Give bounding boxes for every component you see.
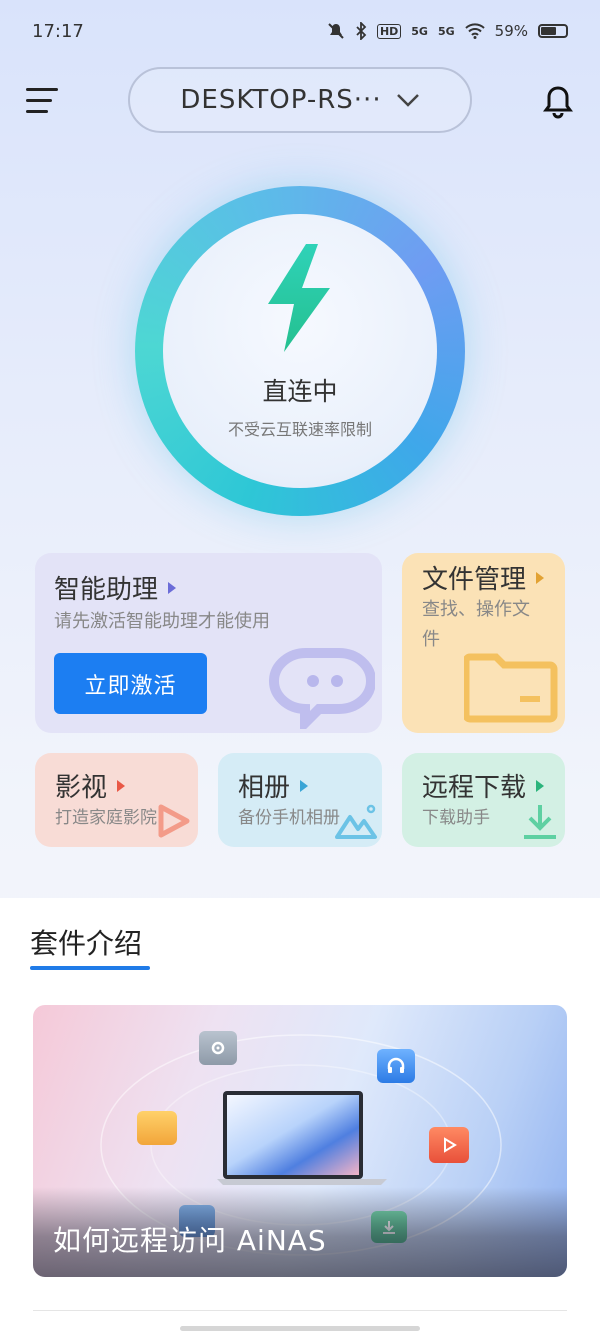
assistant-title: 智能助理	[54, 569, 177, 606]
video-desc: 打造家庭影院	[55, 808, 157, 828]
signal-5g-icon: 5G	[411, 24, 428, 38]
banner-caption: 如何远程访问 AiNAS	[53, 1224, 327, 1257]
mute-icon	[328, 23, 344, 39]
mountain-photo-icon	[335, 804, 377, 839]
video-title: 影视	[55, 767, 126, 804]
remote-download-title: 远程下载	[422, 767, 545, 804]
remote-download-desc: 下载助手	[422, 808, 490, 828]
file-manager-title: 文件管理	[422, 559, 545, 596]
arrow-right-icon	[536, 571, 545, 584]
arrow-right-icon	[300, 779, 309, 792]
battery-icon	[538, 24, 568, 38]
video-card[interactable]: 影视 打造家庭影院	[35, 753, 198, 847]
bluetooth-icon	[356, 22, 367, 40]
folder-icon	[464, 653, 558, 723]
remote-download-title-text: 远程下载	[422, 773, 527, 803]
suite-title-underline	[30, 966, 150, 970]
photo-album-card[interactable]: 相册 备份手机相册	[218, 753, 382, 847]
device-name: DESKTOP-RS···	[180, 85, 382, 115]
file-manager-card[interactable]: 文件管理 查找、操作文 件	[402, 553, 565, 733]
play-icon	[158, 804, 190, 838]
settings-icon	[199, 1031, 237, 1065]
status-time: 17:17	[32, 20, 84, 42]
play-icon	[429, 1127, 469, 1163]
remote-download-card[interactable]: 远程下载 下载助手	[402, 753, 565, 847]
arrow-right-icon	[536, 779, 545, 792]
download-icon	[524, 805, 556, 839]
notification-button[interactable]	[540, 84, 576, 120]
file-manager-title-text: 文件管理	[422, 565, 527, 595]
suite-banner[interactable]: 如何远程访问 AiNAS	[33, 1005, 567, 1277]
support-headset-icon	[377, 1049, 415, 1083]
status-icons: HD 5G 5G 59%	[327, 22, 568, 40]
file-manager-desc-line: 查找、操作文	[422, 599, 530, 620]
assistant-desc: 请先激活智能助理才能使用	[54, 611, 270, 632]
suite-section: 套件介绍 如何远程访问 AiNAS	[0, 898, 600, 1333]
status-bar: 17:17 HD 5G 5G 59%	[0, 0, 600, 62]
menu-icon-line	[26, 88, 58, 91]
chevron-down-icon	[396, 94, 419, 107]
arrow-right-icon	[117, 779, 126, 792]
arrow-right-icon	[168, 581, 177, 594]
photo-album-desc: 备份手机相册	[238, 808, 340, 828]
home-indicator[interactable]	[180, 1326, 420, 1331]
menu-button[interactable]	[26, 86, 58, 116]
signal-5g-icon: 5G	[437, 24, 455, 38]
laptop-illustration	[217, 1091, 387, 1185]
menu-icon-line	[26, 99, 52, 102]
file-manager-desc: 查找、操作文 件	[422, 595, 530, 655]
hd-icon: HD	[376, 23, 402, 39]
photo-album-title: 相册	[238, 767, 309, 804]
video-title-text: 影视	[55, 773, 108, 803]
connection-subtitle: 不受云互联速率限制	[227, 420, 372, 439]
suite-title: 套件介绍	[30, 927, 143, 960]
lightning-bolt-icon	[268, 244, 330, 352]
bell-icon	[543, 86, 573, 119]
device-selector[interactable]: DESKTOP-RS···	[128, 67, 472, 133]
connection-status-panel: 直连中 不受云互联速率限制	[163, 214, 437, 488]
connection-status-text: 直连中	[262, 377, 338, 406]
divider	[33, 1310, 567, 1311]
chat-bubble-icon	[269, 647, 375, 729]
wifi-icon	[464, 23, 485, 39]
photo-album-title-text: 相册	[238, 773, 291, 803]
menu-icon-line	[26, 110, 48, 113]
battery-percent: 59%	[494, 22, 528, 40]
folder-icon	[137, 1111, 177, 1145]
assistant-card[interactable]: 智能助理 请先激活智能助理才能使用 立即激活	[35, 553, 382, 733]
activate-button[interactable]: 立即激活	[54, 653, 207, 714]
assistant-title-text: 智能助理	[54, 575, 159, 605]
connection-ring[interactable]: 直连中 不受云互联速率限制	[135, 186, 465, 516]
